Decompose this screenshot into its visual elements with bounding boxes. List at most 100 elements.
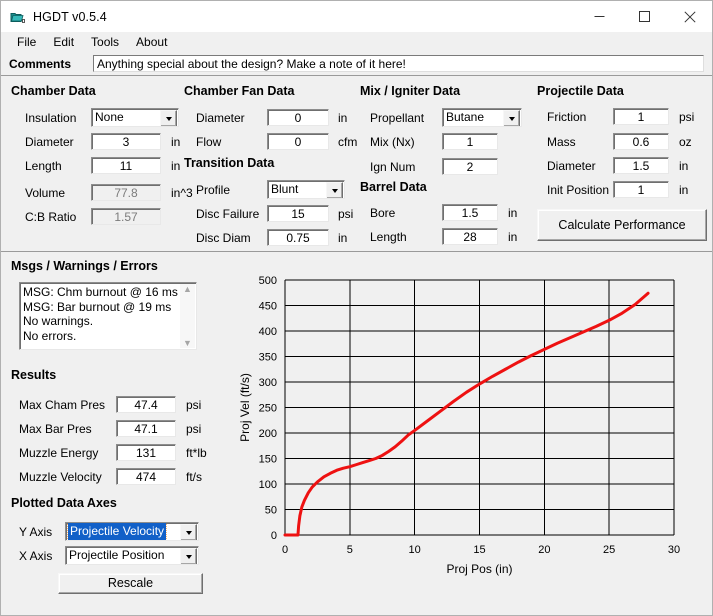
chamber-diameter-label: Diameter	[25, 134, 74, 149]
y-axis-value: Projectile Velocity	[66, 523, 168, 540]
mix-ign-num-input[interactable]: 2	[442, 158, 498, 175]
mix-nx-label: Mix (Nx)	[370, 134, 415, 149]
menu-edit[interactable]: Edit	[45, 33, 83, 51]
result-muzzle-velocity-unit: ft/s	[186, 469, 203, 484]
x-axis-label: X Axis	[19, 548, 53, 563]
transition-disc-failure-label: Disc Failure	[196, 206, 260, 221]
mix-propellant-combo[interactable]: Butane	[442, 108, 522, 127]
projectile-friction-input[interactable]: 1	[613, 108, 669, 125]
barrel-length-row: Length 28 in	[370, 228, 517, 245]
y-axis-combo[interactable]: Projectile Velocity	[65, 522, 199, 541]
menu-tools[interactable]: Tools	[83, 33, 128, 51]
projectile-diameter-label: Diameter	[547, 158, 596, 173]
barrel-data-title: Barrel Data	[360, 180, 427, 194]
transition-disc-failure-row: Disc Failure 15 psi	[196, 205, 353, 222]
transition-profile-label: Profile	[196, 182, 231, 197]
transition-disc-failure-unit: psi	[338, 206, 354, 221]
projectile-init-position-input[interactable]: 1	[613, 181, 669, 198]
chamber-length-input[interactable]: 11	[91, 157, 161, 174]
chevron-down-icon[interactable]	[160, 110, 177, 126]
minimize-button[interactable]	[577, 1, 622, 32]
chevron-down-icon[interactable]	[326, 182, 343, 198]
transition-disc-failure-input[interactable]: 15	[267, 205, 329, 222]
menu-file[interactable]: File	[9, 33, 45, 51]
transition-disc-diam-input[interactable]: 0.75	[267, 229, 329, 246]
fan-flow-label: Flow	[196, 134, 222, 149]
projectile-diameter-input[interactable]: 1.5	[613, 157, 669, 174]
performance-chart: 0 50 100 150 200 250 300 350 400 450 500 0 5 10 15 20 25…	[238, 275, 680, 576]
barrel-length-input[interactable]: 28	[442, 228, 498, 245]
projectile-mass-input[interactable]: 0.6	[613, 133, 669, 150]
svg-text:400: 400	[259, 326, 277, 338]
projectile-diameter-unit: in	[679, 158, 689, 173]
mix-ign-num-row: Ign Num 2	[370, 158, 498, 175]
mix-propellant-label: Propellant	[370, 110, 425, 125]
scroll-up-icon[interactable]: ▲	[183, 284, 192, 294]
fan-diameter-row: Diameter 0 in	[196, 109, 347, 126]
message-line: No errors.	[23, 328, 77, 343]
chevron-down-icon[interactable]	[180, 524, 197, 540]
close-button[interactable]	[667, 1, 712, 32]
chevron-down-icon[interactable]	[503, 110, 520, 126]
chevron-down-icon[interactable]	[180, 548, 197, 564]
comments-bar: Comments Anything special about the desi…	[1, 52, 712, 76]
scroll-down-icon[interactable]: ▼	[183, 338, 192, 348]
chamber-volume-row: Volume 77.8 in^3	[25, 184, 193, 201]
projectile-friction-label: Friction	[547, 109, 587, 124]
x-axis-row: X Axis Projectile Position	[19, 546, 199, 565]
chamber-diameter-unit: in	[171, 134, 181, 149]
calculate-performance-button[interactable]: Calculate Performance	[537, 209, 707, 241]
projectile-init-position-label: Init Position	[547, 182, 610, 197]
result-muzzle-energy-unit: ft*lb	[186, 445, 207, 460]
chamber-volume-unit: in^3	[171, 185, 193, 200]
barrel-bore-input[interactable]: 1.5	[442, 204, 498, 221]
chamber-insulation-label: Insulation	[25, 110, 77, 125]
mix-nx-input[interactable]: 1	[442, 133, 498, 150]
chamber-insulation-combo[interactable]: None	[91, 108, 179, 127]
transition-profile-combo[interactable]: Blunt	[267, 180, 345, 199]
section-divider	[1, 251, 712, 252]
fan-flow-input[interactable]: 0	[267, 133, 329, 150]
transition-profile-value: Blunt	[271, 182, 299, 196]
svg-text:300: 300	[259, 377, 277, 389]
messages-scrollbar[interactable]: ▲ ▼	[180, 284, 195, 348]
result-muzzle-energy-row: Muzzle Energy 131 ft*lb	[19, 444, 207, 461]
barrel-bore-row: Bore 1.5 in	[370, 204, 517, 221]
transition-data-title: Transition Data	[184, 156, 275, 170]
projectile-init-position-unit: in	[679, 182, 689, 197]
svg-text:10: 10	[409, 544, 421, 556]
chamber-length-unit: in	[171, 158, 181, 173]
chamber-data-title: Chamber Data	[11, 84, 96, 98]
fan-flow-unit: cfm	[338, 134, 358, 149]
svg-text:0: 0	[271, 530, 277, 542]
barrel-length-unit: in	[508, 229, 518, 244]
chamber-length-label: Length	[25, 158, 62, 173]
comments-input[interactable]: Anything special about the design? Make …	[93, 55, 704, 72]
result-muzzle-velocity-value: 474	[116, 468, 176, 485]
window-controls	[577, 1, 712, 32]
result-muzzle-velocity-label: Muzzle Velocity	[19, 469, 102, 484]
transition-disc-diam-unit: in	[338, 230, 348, 245]
svg-text:20: 20	[538, 544, 550, 556]
fan-diameter-input[interactable]: 0	[267, 109, 329, 126]
svg-text:Proj Vel (ft/s): Proj Vel (ft/s)	[238, 373, 252, 442]
transition-disc-diam-row: Disc Diam 0.75 in	[196, 229, 347, 246]
x-axis-combo[interactable]: Projectile Position	[65, 546, 199, 565]
mix-propellant-row: Propellant Butane	[370, 108, 522, 127]
maximize-button[interactable]	[622, 1, 667, 32]
chamber-diameter-input[interactable]: 3	[91, 133, 161, 150]
result-max-cham-pres-label: Max Cham Pres	[19, 397, 106, 412]
rescale-button[interactable]: Rescale	[58, 573, 203, 594]
menu-about[interactable]: About	[128, 33, 176, 51]
result-max-bar-pres-unit: psi	[186, 421, 202, 436]
chamber-length-row: Length 11 in	[25, 157, 180, 174]
messages-list[interactable]: MSG: Chm burnout @ 16 ms MSG: Bar burnou…	[19, 282, 197, 350]
results-title: Results	[11, 368, 57, 382]
chamber-cbratio-label: C:B Ratio	[25, 209, 77, 224]
svg-text:450: 450	[259, 301, 277, 313]
result-muzzle-energy-label: Muzzle Energy	[19, 445, 99, 460]
svg-text:5: 5	[347, 544, 353, 556]
svg-text:0: 0	[282, 544, 288, 556]
result-max-bar-pres-value: 47.1	[116, 420, 176, 437]
plotted-data-axes-title: Plotted Data Axes	[11, 496, 117, 510]
